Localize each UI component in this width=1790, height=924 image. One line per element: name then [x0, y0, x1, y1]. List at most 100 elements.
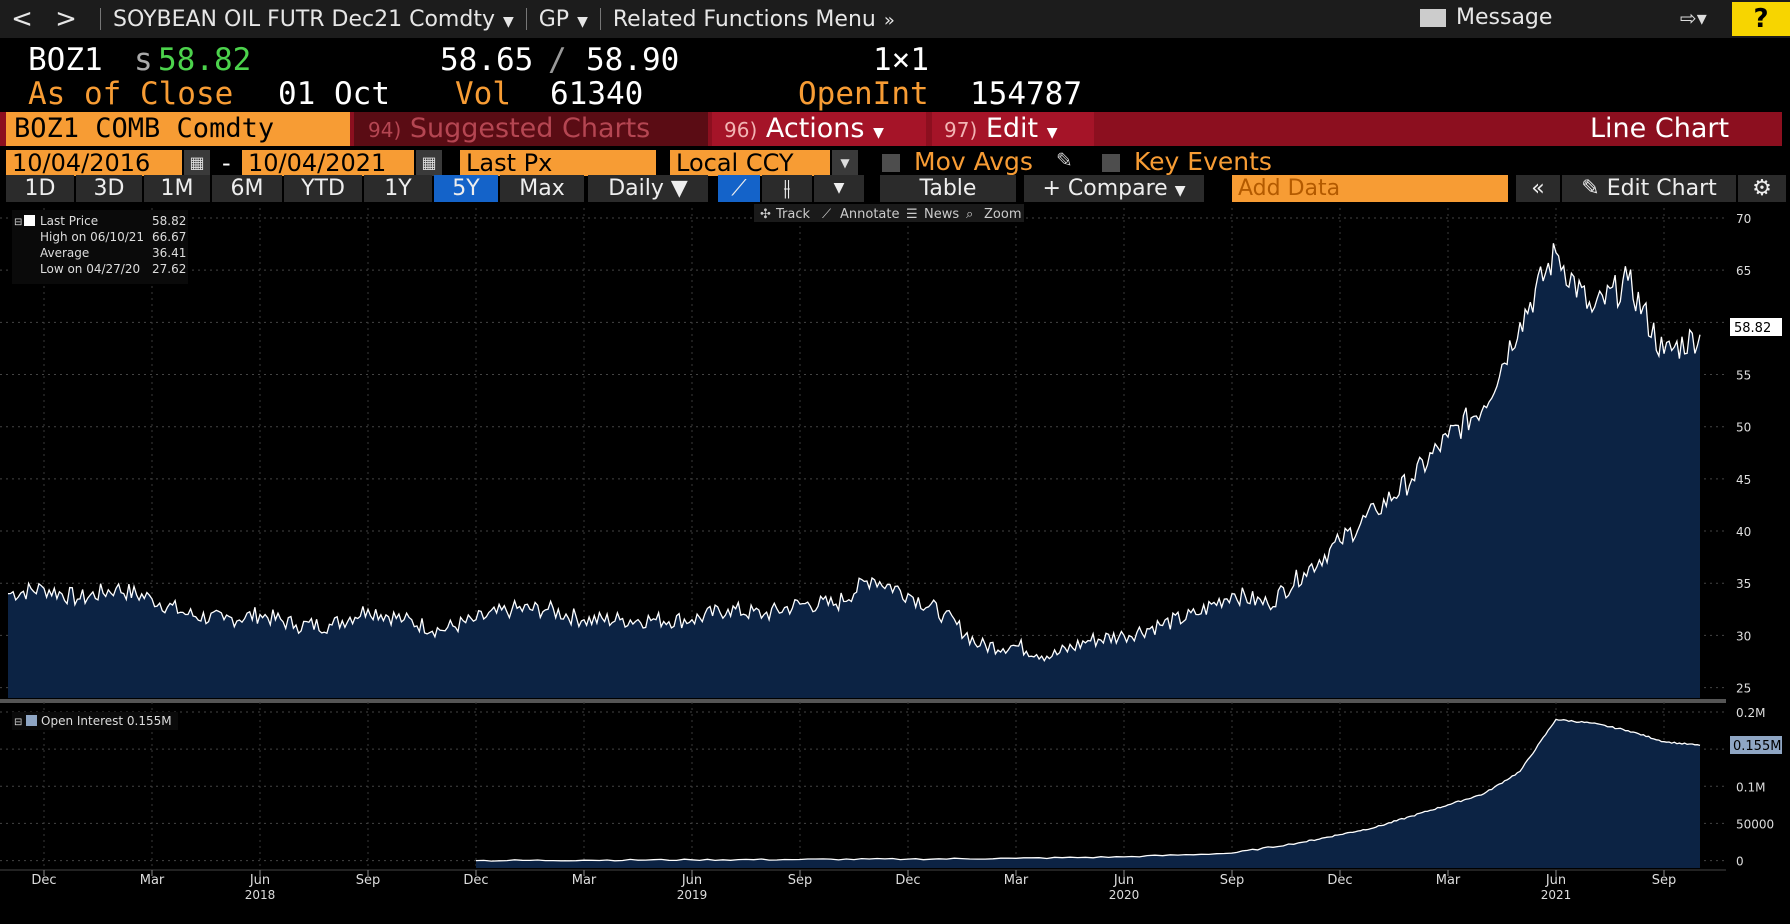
- y-tick-label: 70: [1736, 212, 1751, 226]
- y-tick-label: 50: [1736, 421, 1751, 435]
- chevron-down-icon[interactable]: ▼: [832, 150, 858, 176]
- pencil-icon[interactable]: ✎: [1056, 148, 1073, 172]
- y-tick-label: 30: [1736, 629, 1751, 643]
- chevron-down-icon: ▼: [873, 125, 884, 141]
- start-date-input[interactable]: 10/04/2016: [6, 150, 182, 176]
- x-tick-label: Dec: [1327, 873, 1352, 888]
- pencil-icon: ✎: [1581, 176, 1600, 201]
- panel-divider[interactable]: [0, 699, 1726, 703]
- y-tick-label: 25: [1736, 682, 1751, 696]
- legend-average-label: Average: [40, 246, 89, 260]
- period-label: Daily: [608, 176, 664, 201]
- chevron-down-icon[interactable]: ▼: [814, 175, 864, 202]
- add-data-input[interactable]: Add Data: [1232, 175, 1508, 202]
- key-events-checkbox[interactable]: [1102, 154, 1120, 172]
- legend-high-value: 66.67: [152, 230, 186, 244]
- x-year-label: 2020: [1109, 888, 1140, 902]
- news-tool[interactable]: News: [924, 207, 959, 222]
- legend-last-price-value: 58.82: [152, 214, 186, 228]
- legend-average-value: 36.41: [152, 246, 186, 260]
- end-date-input[interactable]: 10/04/2021: [242, 150, 414, 176]
- ticker: BOZ1: [28, 42, 103, 78]
- chevron-down-icon: ▼: [577, 13, 588, 30]
- x-tick-label: Dec: [31, 873, 56, 888]
- range-button-1m[interactable]: 1M: [144, 175, 210, 202]
- x-tick-label: Mar: [1436, 873, 1461, 888]
- export-icon[interactable]: ⇨▾: [1680, 6, 1707, 30]
- edit-number: 97): [944, 118, 978, 142]
- table-button[interactable]: Table: [880, 175, 1016, 202]
- chevron-down-icon: ▼: [502, 13, 514, 30]
- suggested-charts-button[interactable]: 94) Suggested Charts: [354, 112, 708, 146]
- legend-high-label: High on 06/10/21: [40, 230, 144, 244]
- currency-selector[interactable]: Local CCY: [670, 150, 830, 176]
- bar-chart-icon[interactable]: ⫲: [762, 175, 812, 202]
- y-tick-label: 0: [1736, 855, 1744, 869]
- range-button-5y[interactable]: 5Y: [434, 175, 498, 202]
- forward-button[interactable]: >: [44, 4, 88, 34]
- legend-low-value: 27.62: [152, 262, 186, 276]
- calendar-icon[interactable]: ▦: [184, 150, 210, 176]
- range-button-6m[interactable]: 6M: [212, 175, 282, 202]
- security-box[interactable]: BOZ1 COMB Comdty: [6, 112, 350, 146]
- collapse-legend-icon[interactable]: ⊟: [14, 717, 22, 728]
- x-tick-label: Mar: [1004, 873, 1029, 888]
- mov-avgs-checkbox[interactable]: [882, 154, 900, 172]
- price-prefix: s: [134, 42, 153, 78]
- top-bar: < > SOYBEAN OIL FUTR Dec21 Comdty ▼ GP ▼ R…: [0, 0, 1790, 38]
- price-legend: Last Price 58.82 High on 06/10/21 66.67 …: [12, 210, 188, 284]
- x-year-label: 2019: [677, 888, 708, 902]
- suggested-charts-number: 94): [368, 118, 402, 142]
- bid-ask-slash: /: [548, 42, 567, 78]
- security-dropdown[interactable]: SOYBEAN OIL FUTR Dec21 Comdty ▼: [113, 7, 514, 32]
- legend-last-price-label: Last Price: [40, 214, 98, 228]
- range-button-ytd[interactable]: YTD: [284, 175, 362, 202]
- help-button[interactable]: ?: [1732, 2, 1790, 36]
- ask-price: 58.90: [586, 42, 680, 78]
- annotate-icon: ⟋: [822, 207, 832, 222]
- message-button[interactable]: Message: [1420, 5, 1552, 30]
- mov-avgs-label: Mov Avgs: [914, 147, 1033, 176]
- period-dropdown[interactable]: Daily ▼: [588, 175, 708, 202]
- chart-area: 25303540455055606570 58.82 ✣ Track ⟋ Ann…: [0, 204, 1790, 924]
- legend-swatch: [26, 715, 37, 726]
- field-selector[interactable]: Last Px: [460, 150, 656, 176]
- related-functions-menu[interactable]: Related Functions Menu »: [613, 7, 895, 32]
- as-of-date: 01 Oct: [278, 76, 390, 112]
- chevron-down-icon: ▼: [670, 176, 688, 201]
- line-chart-icon[interactable]: ⟋: [718, 175, 760, 202]
- compare-button[interactable]: + Compare ▼: [1024, 175, 1204, 202]
- zoom-tool[interactable]: Zoom: [984, 207, 1021, 222]
- related-functions-label: Related Functions Menu: [612, 6, 876, 32]
- track-tool[interactable]: Track: [775, 207, 810, 222]
- envelope-icon: [1420, 9, 1446, 27]
- calendar-icon[interactable]: ▦: [416, 150, 442, 176]
- price-chart-svg[interactable]: 25303540455055606570 58.82 ✣ Track ⟋ Ann…: [0, 204, 1790, 920]
- chevron-down-icon: ▼: [1174, 183, 1186, 199]
- x-tick-label: Sep: [356, 873, 381, 888]
- annotate-tool[interactable]: Annotate: [840, 207, 899, 222]
- range-button-max[interactable]: Max: [500, 175, 584, 202]
- double-chevron-down-icon: »: [883, 9, 895, 31]
- actions-button[interactable]: 96) Actions ▼: [712, 112, 926, 146]
- function-dropdown[interactable]: GP ▼: [539, 7, 588, 32]
- collapse-legend-icon[interactable]: ⊟: [14, 217, 22, 228]
- y-tick-label: 65: [1736, 264, 1751, 278]
- collapse-icon[interactable]: «: [1516, 175, 1560, 202]
- x-tick-label: Dec: [895, 873, 920, 888]
- chart-type-title: Line Chart: [1590, 113, 1730, 144]
- open-interest-label: OpenInt: [798, 76, 929, 112]
- x-tick-label: Sep: [1220, 873, 1245, 888]
- security-label: SOYBEAN OIL FUTR Dec21 Comdty: [113, 6, 495, 32]
- edit-chart-button[interactable]: ✎ Edit Chart: [1562, 175, 1736, 202]
- x-year-label: 2018: [245, 888, 276, 902]
- edit-chart-label: Edit Chart: [1606, 176, 1717, 201]
- edit-button[interactable]: 97) Edit ▼: [932, 112, 1094, 146]
- oi-area: [476, 719, 1700, 868]
- gear-icon[interactable]: ⚙: [1738, 175, 1786, 202]
- range-button-1d[interactable]: 1D: [6, 175, 74, 202]
- x-tick-label: Mar: [572, 873, 597, 888]
- range-button-3d[interactable]: 3D: [76, 175, 142, 202]
- back-button[interactable]: <: [0, 4, 44, 34]
- range-button-1y[interactable]: 1Y: [364, 175, 432, 202]
